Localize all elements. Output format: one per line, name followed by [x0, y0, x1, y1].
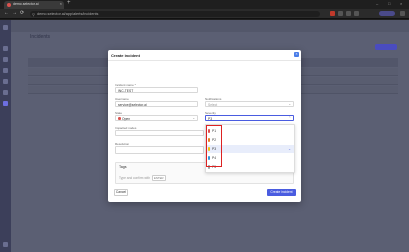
reload-icon[interactable]: ⟳ [20, 10, 24, 16]
sidebar-nav-icon[interactable] [3, 46, 8, 51]
address-bar[interactable]: ⚲ demo.selector.ai/app/alerts/incidents [30, 11, 320, 17]
browser-tab-strip: demo.selector.ai × + – □ × [0, 0, 409, 9]
url-text: demo.selector.ai/app/alerts/incidents [37, 11, 99, 16]
new-tab-button[interactable]: + [67, 0, 71, 6]
chevron-down-icon: ⌄ [288, 102, 291, 106]
enter-key-hint: ENTER [152, 175, 166, 181]
tab-close-icon[interactable]: × [60, 1, 62, 6]
extension-icon[interactable] [346, 11, 351, 16]
page-title: Incidents [30, 34, 51, 40]
favicon-icon [7, 3, 11, 7]
extension-icon[interactable] [338, 11, 343, 16]
chevron-down-icon: ⌄ [192, 116, 195, 120]
browser-action-button[interactable] [379, 11, 395, 16]
close-icon[interactable]: × [294, 52, 299, 57]
modal-title: Create incident [111, 53, 140, 58]
sidebar [0, 20, 11, 252]
cancel-button[interactable]: Cancel [114, 189, 128, 196]
tab-title: demo.selector.ai [13, 2, 39, 6]
forward-icon[interactable]: → [12, 10, 17, 16]
menu-icon[interactable] [400, 11, 405, 16]
annotation-highlight-box [206, 125, 222, 167]
state-value: Open [118, 117, 130, 121]
severity-value: P3 [208, 116, 213, 121]
lock-icon: ⚲ [32, 12, 35, 17]
sidebar-settings-icon[interactable] [3, 242, 8, 247]
minimize-button[interactable]: – [376, 1, 378, 6]
check-icon: ⌄ [288, 146, 291, 151]
username-input[interactable]: service@selector.ai [115, 101, 198, 107]
username-value: service@selector.ai [118, 102, 147, 107]
extension-icon[interactable] [330, 11, 335, 16]
tags-placeholder: Type and confirm with ENTER [119, 175, 166, 181]
maximize-button[interactable]: □ [388, 1, 390, 6]
browser-tab[interactable]: demo.selector.ai × [4, 1, 64, 9]
incident-name-input[interactable]: INC-TEST [115, 87, 198, 93]
sidebar-nav-icon[interactable] [3, 90, 8, 95]
logo-icon[interactable] [3, 25, 8, 30]
sidebar-nav-icon[interactable] [3, 79, 8, 84]
divider [108, 60, 301, 61]
create-incident-button[interactable]: Create incident [267, 189, 296, 196]
new-incident-button[interactable] [375, 44, 397, 50]
sidebar-nav-icon[interactable] [3, 68, 8, 73]
sidebar-nav-icon[interactable] [3, 57, 8, 62]
status-dot-icon [118, 117, 121, 120]
sidebar-alerts-icon[interactable] [3, 101, 8, 106]
severity-select[interactable]: P3 ⌃ [205, 115, 294, 121]
app-topbar [11, 20, 409, 32]
browser-toolbar: ← → ⟳ ⚲ demo.selector.ai/app/alerts/inci… [0, 9, 409, 19]
notifications-select[interactable]: Select ⌄ [205, 101, 294, 107]
tags-label: Tags [119, 165, 127, 169]
extension-icon[interactable] [354, 11, 359, 16]
chevron-up-icon: ⌃ [288, 116, 291, 120]
resolution-input[interactable] [115, 146, 204, 154]
impacted-nodes-input[interactable] [115, 130, 204, 136]
back-icon[interactable]: ← [4, 10, 9, 16]
state-text: Open [122, 116, 131, 121]
notifications-value: Select [208, 102, 218, 107]
window-close-button[interactable]: × [400, 1, 402, 6]
tags-placeholder-text: Type and confirm with [119, 176, 151, 180]
incident-name-value: INC-TEST [118, 88, 134, 93]
state-select[interactable]: Open ⌄ [115, 115, 198, 121]
